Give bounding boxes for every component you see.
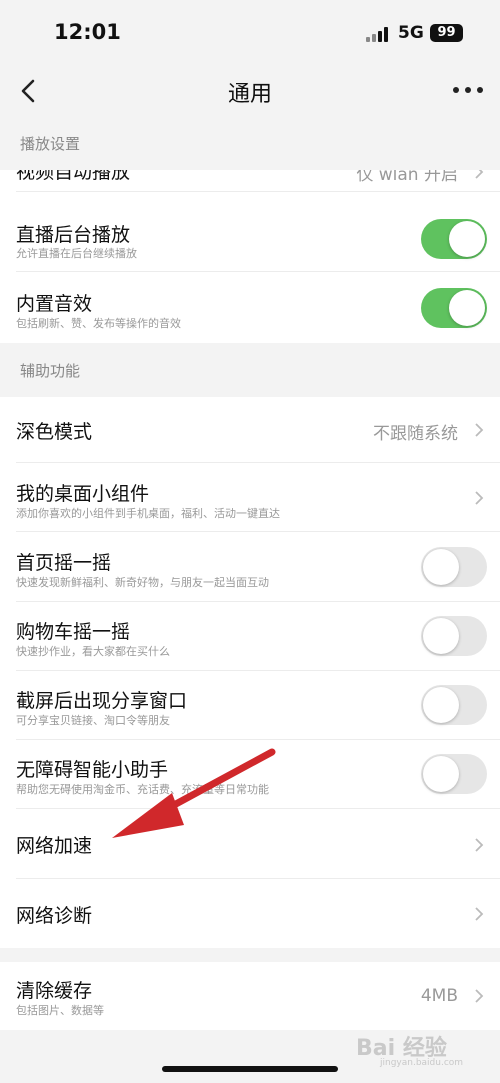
more-dots-icon bbox=[477, 87, 483, 93]
row-subtitle: 包括图片、数据等 bbox=[16, 1004, 104, 1017]
toggle-knob bbox=[423, 618, 459, 654]
row-title: 截屏后出现分享窗口 bbox=[16, 690, 188, 712]
accessibility-toggle[interactable] bbox=[421, 754, 487, 794]
row-live-background: 直播后台播放 允许直播在后台继续播放 bbox=[0, 192, 500, 272]
row-network-diagnosis[interactable]: 网络诊断 bbox=[0, 879, 500, 948]
chevron-right-icon bbox=[475, 170, 484, 179]
row-title: 我的桌面小组件 bbox=[16, 483, 150, 505]
row-subtitle: 帮助您无碍使用淘金币、充话费、充流量等日常功能 bbox=[16, 783, 269, 796]
row-video-autoplay[interactable]: 视频自动播放 仅 wlan 开启 bbox=[0, 170, 500, 192]
toggle-knob bbox=[423, 549, 459, 585]
row-title: 视频自动播放 bbox=[16, 170, 131, 183]
cache-size: 4MB bbox=[420, 986, 458, 1006]
builtin-sound-toggle[interactable] bbox=[421, 288, 487, 328]
status-bar: 12:01 5G 99 bbox=[0, 0, 500, 66]
row-subtitle: 快速抄作业，看大家都在买什么 bbox=[16, 645, 170, 658]
row-subtitle: 快速发现新鲜福利、新奇好物，与朋友一起当面互动 bbox=[16, 576, 269, 589]
row-title: 购物车摇一摇 bbox=[16, 621, 131, 643]
chevron-right-icon bbox=[475, 907, 484, 921]
row-subtitle: 包括刷新、赞、发布等操作的音效 bbox=[16, 317, 181, 330]
back-button[interactable] bbox=[14, 76, 44, 106]
section-title: 辅助功能 bbox=[20, 362, 81, 380]
row-subtitle: 添加你喜欢的小组件到手机桌面，福利、活动一键直达 bbox=[16, 507, 280, 520]
row-builtin-sound: 内置音效 包括刷新、赞、发布等操作的音效 bbox=[0, 272, 500, 343]
more-dots-icon bbox=[465, 87, 471, 93]
row-desktop-widget[interactable]: 我的桌面小组件 添加你喜欢的小组件到手机桌面，福利、活动一键直达 bbox=[0, 463, 500, 532]
network-type: 5G bbox=[398, 23, 424, 43]
chevron-right-icon bbox=[475, 491, 484, 505]
more-button[interactable] bbox=[453, 87, 487, 95]
watermark-url: jingyan.baidu.com bbox=[380, 1058, 464, 1068]
toggle-knob bbox=[423, 687, 459, 723]
row-title: 深色模式 bbox=[16, 421, 93, 443]
chevron-right-icon bbox=[475, 423, 484, 437]
toggle-knob bbox=[449, 290, 485, 326]
toggle-knob bbox=[423, 756, 459, 792]
row-title: 网络加速 bbox=[16, 835, 93, 857]
row-value: 不跟随系统 bbox=[373, 424, 458, 444]
shake-home-toggle[interactable] bbox=[421, 547, 487, 587]
chevron-right-icon bbox=[475, 838, 484, 852]
row-title: 网络诊断 bbox=[16, 905, 93, 927]
row-dark-mode[interactable]: 深色模式 不跟随系统 bbox=[0, 397, 500, 463]
row-title: 无障碍智能小助手 bbox=[16, 759, 169, 781]
page-title: 通用 bbox=[227, 82, 272, 107]
row-title: 清除缓存 bbox=[16, 980, 93, 1002]
row-title: 首页摇一摇 bbox=[16, 552, 112, 574]
row-subtitle: 可分享宝贝链接、淘口令等朋友 bbox=[16, 714, 170, 727]
row-shake-cart: 购物车摇一摇 快速抄作业，看大家都在买什么 bbox=[0, 602, 500, 671]
row-subtitle: 允许直播在后台继续播放 bbox=[16, 247, 137, 260]
signal-icon bbox=[366, 26, 392, 42]
shake-cart-toggle[interactable] bbox=[421, 616, 487, 656]
home-indicator bbox=[162, 1066, 338, 1072]
row-title: 内置音效 bbox=[16, 293, 93, 315]
nav-bar: 通用 bbox=[0, 66, 500, 116]
row-clear-cache[interactable]: 清除缓存 包括图片、数据等 4MB bbox=[0, 962, 500, 1030]
screenshot-share-toggle[interactable] bbox=[421, 685, 487, 725]
section-title: 播放设置 bbox=[20, 135, 81, 153]
row-title: 直播后台播放 bbox=[16, 224, 131, 246]
live-background-toggle[interactable] bbox=[421, 219, 487, 259]
row-value: 仅 wlan 开启 bbox=[356, 170, 458, 185]
row-screenshot-share: 截屏后出现分享窗口 可分享宝贝链接、淘口令等朋友 bbox=[0, 671, 500, 740]
status-time: 12:01 bbox=[54, 20, 121, 44]
section-header-playback: 播放设置 bbox=[0, 116, 500, 170]
chevron-right-icon bbox=[475, 989, 484, 1003]
toggle-knob bbox=[449, 221, 485, 257]
more-dots-icon bbox=[453, 87, 459, 93]
chevron-left-icon bbox=[21, 79, 35, 103]
row-shake-home: 首页摇一摇 快速发现新鲜福利、新奇好物，与朋友一起当面互动 bbox=[0, 532, 500, 602]
section-header-assist: 辅助功能 bbox=[0, 343, 500, 397]
battery-icon: 99 bbox=[430, 24, 463, 42]
row-network-acceleration[interactable]: 网络加速 bbox=[0, 809, 500, 879]
row-accessibility-assistant: 无障碍智能小助手 帮助您无碍使用淘金币、充话费、充流量等日常功能 bbox=[0, 740, 500, 809]
